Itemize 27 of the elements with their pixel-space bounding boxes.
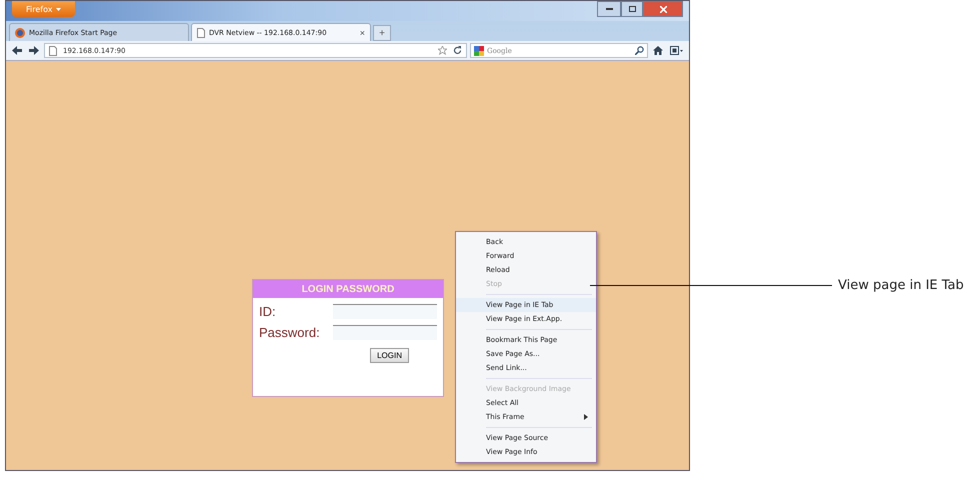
- back-button[interactable]: [10, 46, 24, 55]
- home-button[interactable]: [651, 46, 665, 55]
- minimize-icon: [606, 8, 612, 10]
- callout-text: View page in IE Tab: [838, 278, 964, 293]
- new-tab-button[interactable]: +: [373, 25, 391, 41]
- star-icon[interactable]: [438, 46, 447, 55]
- field-label: ID:: [259, 304, 276, 319]
- close-icon: [660, 6, 666, 12]
- forward-button[interactable]: [27, 46, 41, 55]
- login-title: LOGIN PASSWORD: [253, 280, 443, 298]
- close-button[interactable]: [643, 1, 683, 17]
- caret-icon: [56, 8, 62, 10]
- login-button[interactable]: LOGIN: [370, 348, 409, 363]
- search-icon[interactable]: [635, 46, 644, 55]
- maximize-button[interactable]: [621, 1, 643, 17]
- firefox-logo-icon: [15, 28, 25, 38]
- maximize-icon: [628, 6, 636, 12]
- input-field[interactable]: [333, 304, 437, 319]
- minimize-button[interactable]: [597, 1, 621, 17]
- input-field[interactable]: [333, 325, 437, 340]
- tab-close-button[interactable]: ×: [360, 28, 365, 38]
- reload-icon[interactable]: [453, 46, 462, 55]
- page-icon: [197, 28, 205, 38]
- page-icon: [49, 46, 57, 56]
- field-label: Password:: [259, 325, 320, 340]
- bookmarks-button[interactable]: [668, 46, 685, 55]
- google-logo-icon: [474, 46, 484, 56]
